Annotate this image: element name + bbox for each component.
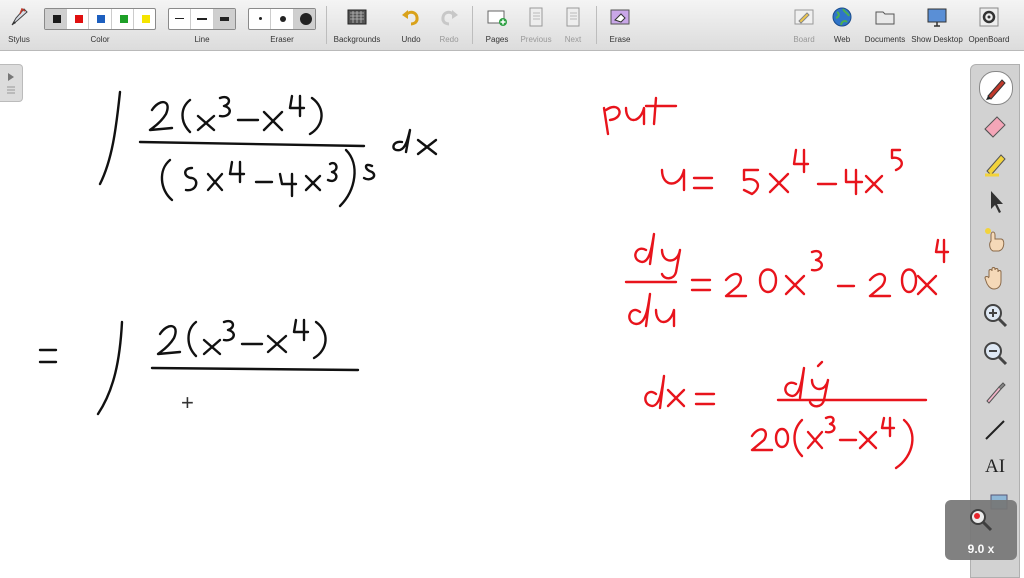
ink-substitution [602,96,950,470]
pen-icon [986,79,1006,100]
highlighter-tool[interactable] [979,147,1011,179]
pointer-arrow-icon [991,191,1003,213]
zoom-out-icon [984,342,1008,366]
pipette-tool[interactable] [979,375,1011,407]
gear-icon [979,7,999,27]
eraser-icon [984,116,1006,138]
zoom-magnifier-icon [970,509,993,532]
laser-pointer-tool[interactable] [979,223,1011,255]
zoom-level: 9.0 x [967,542,995,556]
pen-tool[interactable] [979,71,1013,105]
pipette-icon [986,382,1006,404]
line-icon [985,420,1005,440]
eraser-tool[interactable] [979,109,1011,141]
openboard-label: OpenBoard [968,35,1010,44]
text-tool[interactable]: AI [979,451,1011,483]
crosshair-cursor: + [181,390,194,415]
zoom-in-tool[interactable] [979,299,1011,331]
ink-layer [38,90,950,470]
zoom-indicator: 9.0 x [945,500,1017,560]
hand-icon [984,267,1002,290]
selector-tool[interactable] [979,185,1011,217]
hand-tool[interactable] [979,261,1011,293]
line-tool[interactable] [979,413,1011,445]
openboard-button[interactable]: OpenBoard [966,0,1012,50]
ink-integral-1 [98,90,438,208]
zoom-out-tool[interactable] [979,337,1011,369]
laser-pointer-icon [985,228,1005,252]
highlighter-icon [985,154,1006,177]
ink-integral-2 [38,318,360,416]
zoom-in-icon [984,304,1008,328]
